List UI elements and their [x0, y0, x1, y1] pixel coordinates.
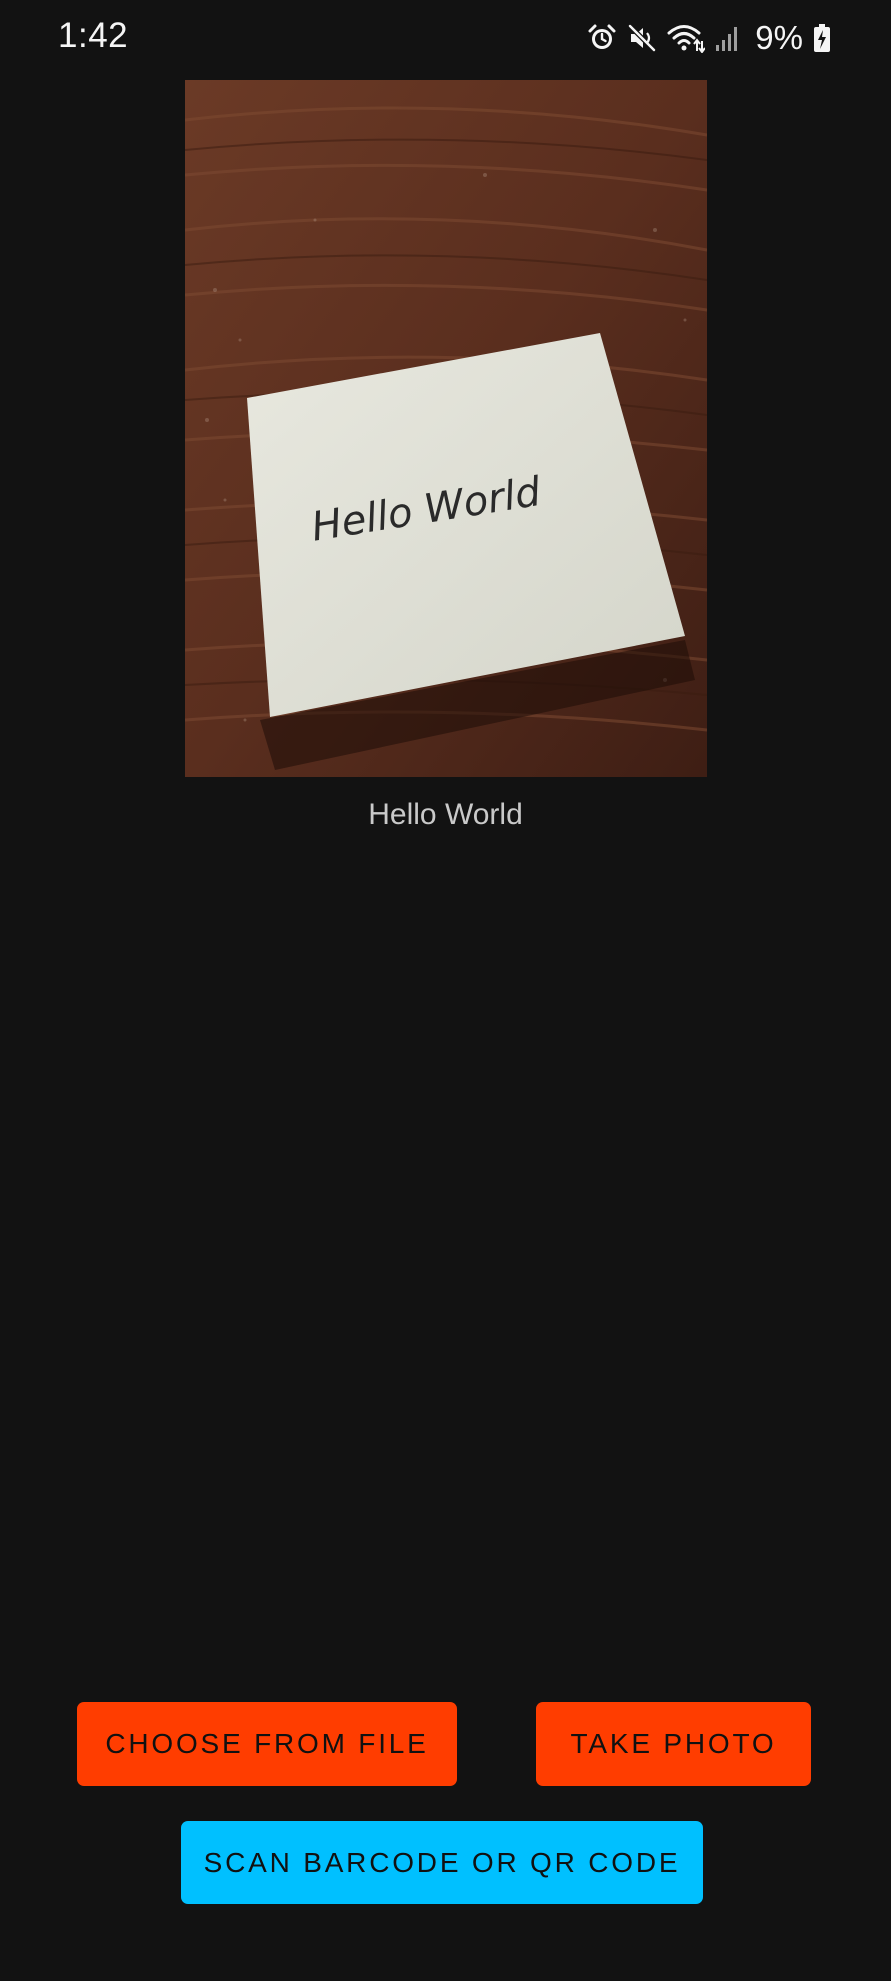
- scan-barcode-button[interactable]: SCAN BARCODE OR QR CODE: [181, 1821, 703, 1904]
- wifi-icon: [667, 23, 706, 53]
- take-photo-button[interactable]: TAKE PHOTO: [536, 1702, 811, 1786]
- app-screen: 1:42 9% Hello World Hello World CHOOSE F…: [0, 0, 891, 1981]
- photo-preview: Hello World: [185, 80, 707, 777]
- recognized-text: Hello World: [368, 798, 523, 831]
- battery-percent: 9%: [755, 19, 803, 56]
- choose-from-file-button[interactable]: CHOOSE FROM FILE: [77, 1702, 457, 1786]
- signal-icon: [715, 23, 741, 53]
- battery-charging-icon: [813, 23, 831, 53]
- mute-icon: [627, 23, 657, 53]
- status-clock: 1:42: [58, 16, 129, 55]
- alarm-icon: [587, 23, 617, 53]
- status-icons: 9%: [587, 18, 831, 58]
- status-bar: 1:42 9%: [0, 0, 891, 74]
